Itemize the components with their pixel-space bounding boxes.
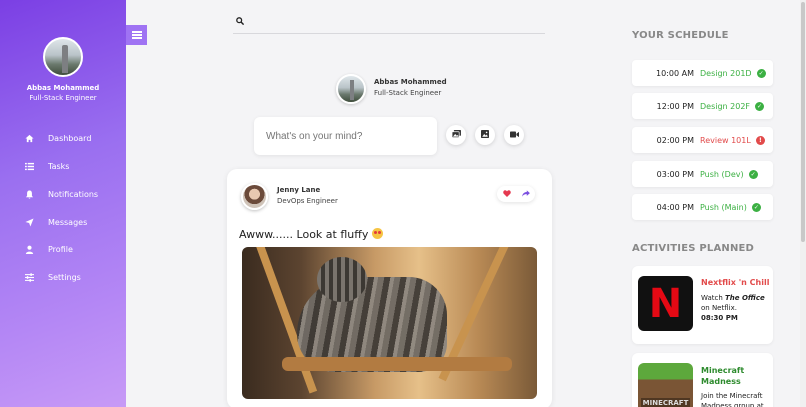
current-user-role: Full-Stack Engineer: [374, 89, 442, 97]
search-input[interactable]: [249, 16, 539, 32]
scrollbar-thumb[interactable]: [801, 2, 805, 242]
sidebar: Abbas Mohammed Full-Stack Engineer Dashb…: [0, 0, 126, 407]
check-circle-icon: ✓: [748, 169, 758, 179]
video-button[interactable]: [504, 125, 524, 145]
hamburger-icon: [131, 34, 142, 36]
gallery-button[interactable]: [446, 125, 466, 145]
send-icon: [24, 217, 34, 227]
like-heart-icon[interactable]: [502, 189, 511, 199]
activity-description: Join the Minecraft Madness group at: [701, 392, 764, 407]
activity-desc-text: Watch: [701, 294, 726, 302]
schedule-time: 03:00 PM: [656, 169, 694, 179]
schedule-time: 10:00 AM: [656, 68, 694, 78]
current-user-avatar[interactable]: [336, 74, 366, 104]
gallery-icon: [451, 130, 461, 140]
schedule-time: 12:00 PM: [656, 101, 694, 111]
schedule-task: Push (Main): [700, 202, 747, 212]
sidebar-item-dashboard[interactable]: Dashboard: [24, 131, 91, 145]
sidebar-item-label: Notifications: [48, 189, 99, 199]
sidebar-user-name: Abbas Mohammed: [26, 84, 100, 92]
sidebar-item-label: Messages: [48, 217, 88, 227]
check-circle-icon: ✓: [756, 68, 766, 78]
alert-circle-icon: !: [755, 135, 765, 145]
menu-toggle-button[interactable]: [126, 25, 147, 45]
post-author-role: DevOps Engineer: [277, 197, 338, 205]
post-composer: [254, 117, 437, 155]
netflix-logo-letter: N: [648, 280, 683, 327]
search-icon: [236, 17, 245, 28]
activities-title: ACTIVITIES PLANNED: [632, 243, 755, 254]
sliders-icon: [24, 272, 34, 282]
schedule-item[interactable]: 03:00 PM Push (Dev) ✓: [632, 161, 773, 187]
sidebar-item-label: Dashboard: [48, 133, 92, 143]
post-author-name: Jenny Lane: [277, 186, 321, 194]
check-circle-icon: ✓: [755, 101, 765, 111]
activity-card[interactable]: N Nextflix 'n Chill Watch The Office on …: [632, 266, 773, 344]
schedule-item[interactable]: 04:00 PM Push (Main) ✓: [632, 194, 773, 220]
activity-title: Minecraft Madness: [701, 366, 745, 386]
sidebar-item-label: Settings: [48, 272, 81, 282]
sidebar-item-tasks[interactable]: Tasks: [24, 159, 69, 173]
current-user-name: Abbas Mohammed: [374, 78, 447, 86]
sidebar-user-role: Full-Stack Engineer: [29, 94, 97, 102]
bell-icon: [24, 189, 34, 199]
post-text: Awww...... Look at fluffy: [239, 228, 383, 241]
activity-card[interactable]: MINECRAFT Minecraft Madness Join the Min…: [632, 353, 773, 407]
post-author-avatar[interactable]: [241, 183, 268, 210]
sidebar-item-profile[interactable]: Profile: [24, 242, 73, 256]
schedule-title: YOUR SCHEDULE: [632, 30, 729, 41]
activity-title: Nextflix 'n Chill: [701, 278, 770, 287]
heart-eyes-emoji-icon: [371, 228, 383, 239]
sidebar-avatar[interactable]: [43, 37, 83, 77]
schedule-item[interactable]: 02:00 PM Review 101L !: [632, 127, 773, 153]
sidebar-item-label: Profile: [48, 244, 73, 254]
activity-desc-text: on Netflix.: [701, 304, 737, 312]
schedule-task: Push (Dev): [700, 169, 744, 179]
netflix-logo-icon: N: [638, 276, 693, 331]
schedule-time: 04:00 PM: [656, 202, 694, 212]
schedule-item[interactable]: 12:00 PM Design 202F ✓: [632, 93, 773, 119]
share-icon[interactable]: [521, 189, 530, 199]
sidebar-item-notifications[interactable]: Notifications: [24, 187, 98, 201]
image-button[interactable]: [475, 125, 495, 145]
list-icon: [24, 161, 34, 171]
sidebar-item-settings[interactable]: Settings: [24, 270, 81, 284]
post-image[interactable]: [242, 247, 537, 399]
post-actions: [497, 186, 535, 202]
minecraft-logo-icon: MINECRAFT: [638, 363, 693, 407]
schedule-task: Design 201D: [700, 68, 752, 78]
image-icon: [481, 130, 489, 140]
post-card: Jenny Lane DevOps Engineer Awww...... Lo…: [227, 169, 552, 407]
sidebar-item-label: Tasks: [48, 161, 70, 171]
page-scrollbar[interactable]: [800, 0, 806, 407]
activity-time: 08:30 PM: [701, 314, 738, 322]
composer-input[interactable]: [254, 117, 437, 155]
search-bar: [233, 14, 545, 34]
home-icon: [24, 133, 34, 143]
activity-desc-emphasis: The Office: [725, 294, 765, 302]
schedule-item[interactable]: 10:00 AM Design 201D ✓: [632, 60, 773, 86]
activity-description: Watch The Office on Netflix. 08:30 PM: [701, 293, 771, 323]
minecraft-logo-text: MINECRAFT: [640, 398, 691, 407]
post-text-content: Awww...... Look at fluffy: [239, 228, 369, 241]
schedule-task: Review 101L: [700, 135, 751, 145]
schedule-time: 02:00 PM: [656, 135, 694, 145]
check-circle-icon: ✓: [751, 202, 761, 212]
sidebar-item-messages[interactable]: Messages: [24, 215, 87, 229]
video-camera-icon: [509, 131, 519, 140]
schedule-task: Design 202F: [700, 101, 751, 111]
user-icon: [24, 244, 34, 254]
